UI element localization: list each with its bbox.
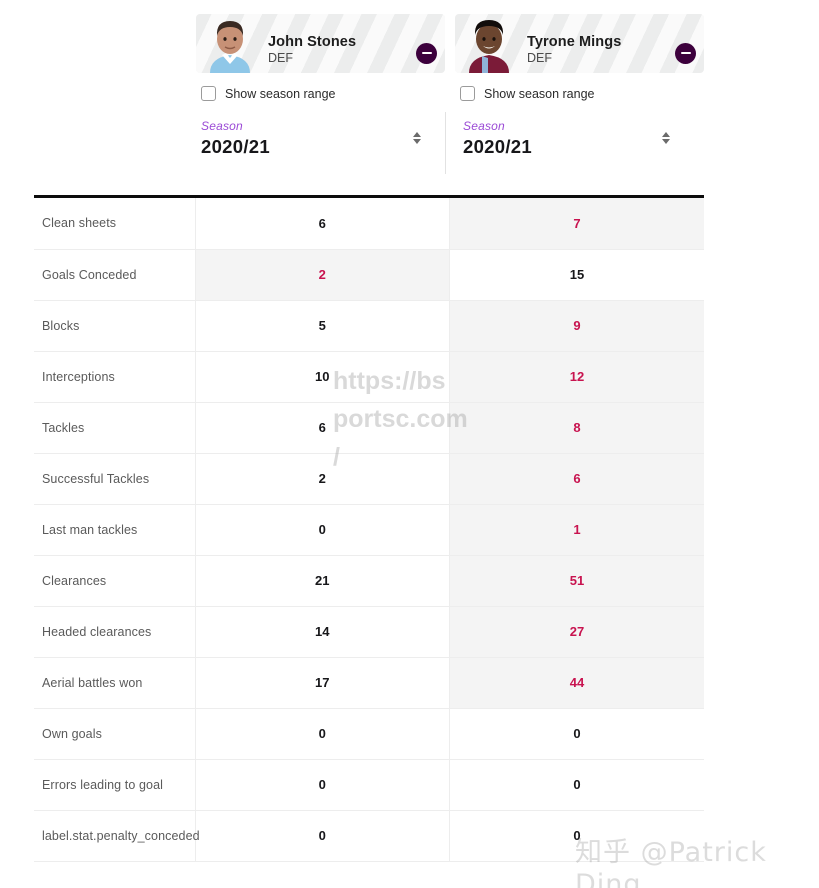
table-row: Clearances 21 51 <box>34 555 704 607</box>
table-row: Goals Conceded 2 15 <box>34 249 704 301</box>
stat-value-player-1: 6 <box>195 402 450 454</box>
stat-value-player-1: 6 <box>195 198 450 250</box>
table-row: Headed clearances 14 27 <box>34 606 704 658</box>
stat-value-player-1: 0 <box>195 759 450 811</box>
stat-value-player-2: 0 <box>449 810 704 862</box>
stat-value-player-2: 15 <box>449 249 704 301</box>
minus-bar <box>421 51 432 55</box>
table-row: Errors leading to goal 0 0 <box>34 759 704 811</box>
stat-value-player-1: 0 <box>195 504 450 556</box>
player-name: Tyrone Mings <box>527 34 622 50</box>
stat-value-player-1: 0 <box>195 708 450 760</box>
table-row: Interceptions 10 12 <box>34 351 704 403</box>
stat-label: Own goals <box>34 708 196 760</box>
player-avatar-1 <box>204 14 256 73</box>
season-field-label: Season <box>201 119 243 133</box>
stat-label: label.stat.penalty_conceded <box>34 810 200 862</box>
season-range-toggle-1[interactable]: Show season range <box>196 86 445 101</box>
stat-value-player-1: 2 <box>195 249 450 301</box>
table-row: Aerial battles won 17 44 <box>34 657 704 709</box>
season-range-label: Show season range <box>484 86 595 101</box>
chevron-updown-icon[interactable] <box>662 132 670 144</box>
season-selectors-row: Season 2020/21 Season 2020/21 <box>196 112 704 174</box>
season-select-2[interactable]: Season 2020/21 <box>445 112 694 174</box>
player-meta-1: John Stones DEF <box>268 34 356 73</box>
player-card-1[interactable]: John Stones DEF <box>196 14 445 73</box>
season-field-value: 2020/21 <box>201 136 270 157</box>
player-comparison-page: John Stones DEF Show season range Tyrone… <box>0 0 819 888</box>
chevron-up <box>662 132 670 137</box>
stat-label: Headed clearances <box>34 606 196 658</box>
minus-bar <box>680 51 691 55</box>
minus-circle-icon[interactable] <box>416 42 437 64</box>
stat-label: Interceptions <box>34 351 196 403</box>
stat-value-player-2: 8 <box>449 402 704 454</box>
stat-value-player-2: 0 <box>449 759 704 811</box>
stat-value-player-1: 5 <box>195 300 450 352</box>
table-row: Successful Tackles 2 6 <box>34 453 704 505</box>
stat-value-player-2: 44 <box>449 657 704 709</box>
stat-value-player-1: 2 <box>195 453 450 505</box>
season-field-label: Season <box>463 119 505 133</box>
player-meta-2: Tyrone Mings DEF <box>527 34 621 73</box>
chevron-up <box>413 132 421 137</box>
checkbox-icon[interactable] <box>201 86 216 101</box>
stats-table-container: Clean sheets 6 7 Goals Conceded 2 15 Blocks 5 9 I… <box>34 195 704 862</box>
player-card-2[interactable]: Tyrone Mings DEF <box>455 14 704 73</box>
stat-value-player-2: 7 <box>449 198 704 250</box>
table-row: label.stat.penalty_conceded 0 0 <box>34 810 704 862</box>
stat-value-player-1: 17 <box>195 657 450 709</box>
stat-label: Clean sheets <box>34 198 196 250</box>
season-range-toggle-2[interactable]: Show season range <box>455 86 704 101</box>
compare-header-panel: John Stones DEF Show season range Tyrone… <box>0 0 819 190</box>
stat-label: Clearances <box>34 555 196 607</box>
stat-label: Errors leading to goal <box>34 759 196 811</box>
stat-value-player-1: 21 <box>195 555 450 607</box>
stat-value-player-2: 27 <box>449 606 704 658</box>
stat-value-player-2: 0 <box>449 708 704 760</box>
player-name: John Stones <box>268 34 357 50</box>
season-field-value: 2020/21 <box>463 136 532 157</box>
season-range-label: Show season range <box>225 86 336 101</box>
player-column-1: John Stones DEF Show season range <box>196 14 445 101</box>
table-row: Blocks 5 9 <box>34 300 704 352</box>
stats-comparison-table: Clean sheets 6 7 Goals Conceded 2 15 Blocks 5 9 I… <box>34 198 704 862</box>
stat-label: Successful Tackles <box>34 453 196 505</box>
stat-value-player-1: 14 <box>195 606 450 658</box>
stats-table-body: Clean sheets 6 7 Goals Conceded 2 15 Blocks 5 9 I… <box>34 198 704 862</box>
stat-value-player-2: 51 <box>449 555 704 607</box>
player-column-2: Tyrone Mings DEF Show season range <box>455 14 704 101</box>
player-avatar-2 <box>463 14 515 73</box>
stat-label: Aerial battles won <box>34 657 196 709</box>
table-row: Last man tackles 0 1 <box>34 504 704 556</box>
table-row: Clean sheets 6 7 <box>34 198 704 250</box>
minus-circle-icon[interactable] <box>675 42 696 64</box>
stat-label: Goals Conceded <box>34 249 196 301</box>
chevron-down <box>413 139 421 144</box>
stat-value-player-2: 6 <box>449 453 704 505</box>
season-select-1[interactable]: Season 2020/21 <box>196 112 445 174</box>
stat-value-player-1: 0 <box>195 810 450 862</box>
stat-label: Last man tackles <box>34 504 196 556</box>
checkbox-icon[interactable] <box>460 86 475 101</box>
player-position: DEF <box>268 51 293 65</box>
table-row: Tackles 6 8 <box>34 402 704 454</box>
player-cards-row: John Stones DEF Show season range Tyrone… <box>196 14 704 101</box>
player-position: DEF <box>527 51 552 65</box>
stat-value-player-2: 9 <box>449 300 704 352</box>
chevron-updown-icon[interactable] <box>413 132 421 144</box>
stat-label: Tackles <box>34 402 196 454</box>
table-row: Own goals 0 0 <box>34 708 704 760</box>
stat-value-player-2: 1 <box>449 504 704 556</box>
stat-label: Blocks <box>34 300 196 352</box>
chevron-down <box>662 139 670 144</box>
stat-value-player-1: 10 <box>195 351 450 403</box>
stat-value-player-2: 12 <box>449 351 704 403</box>
